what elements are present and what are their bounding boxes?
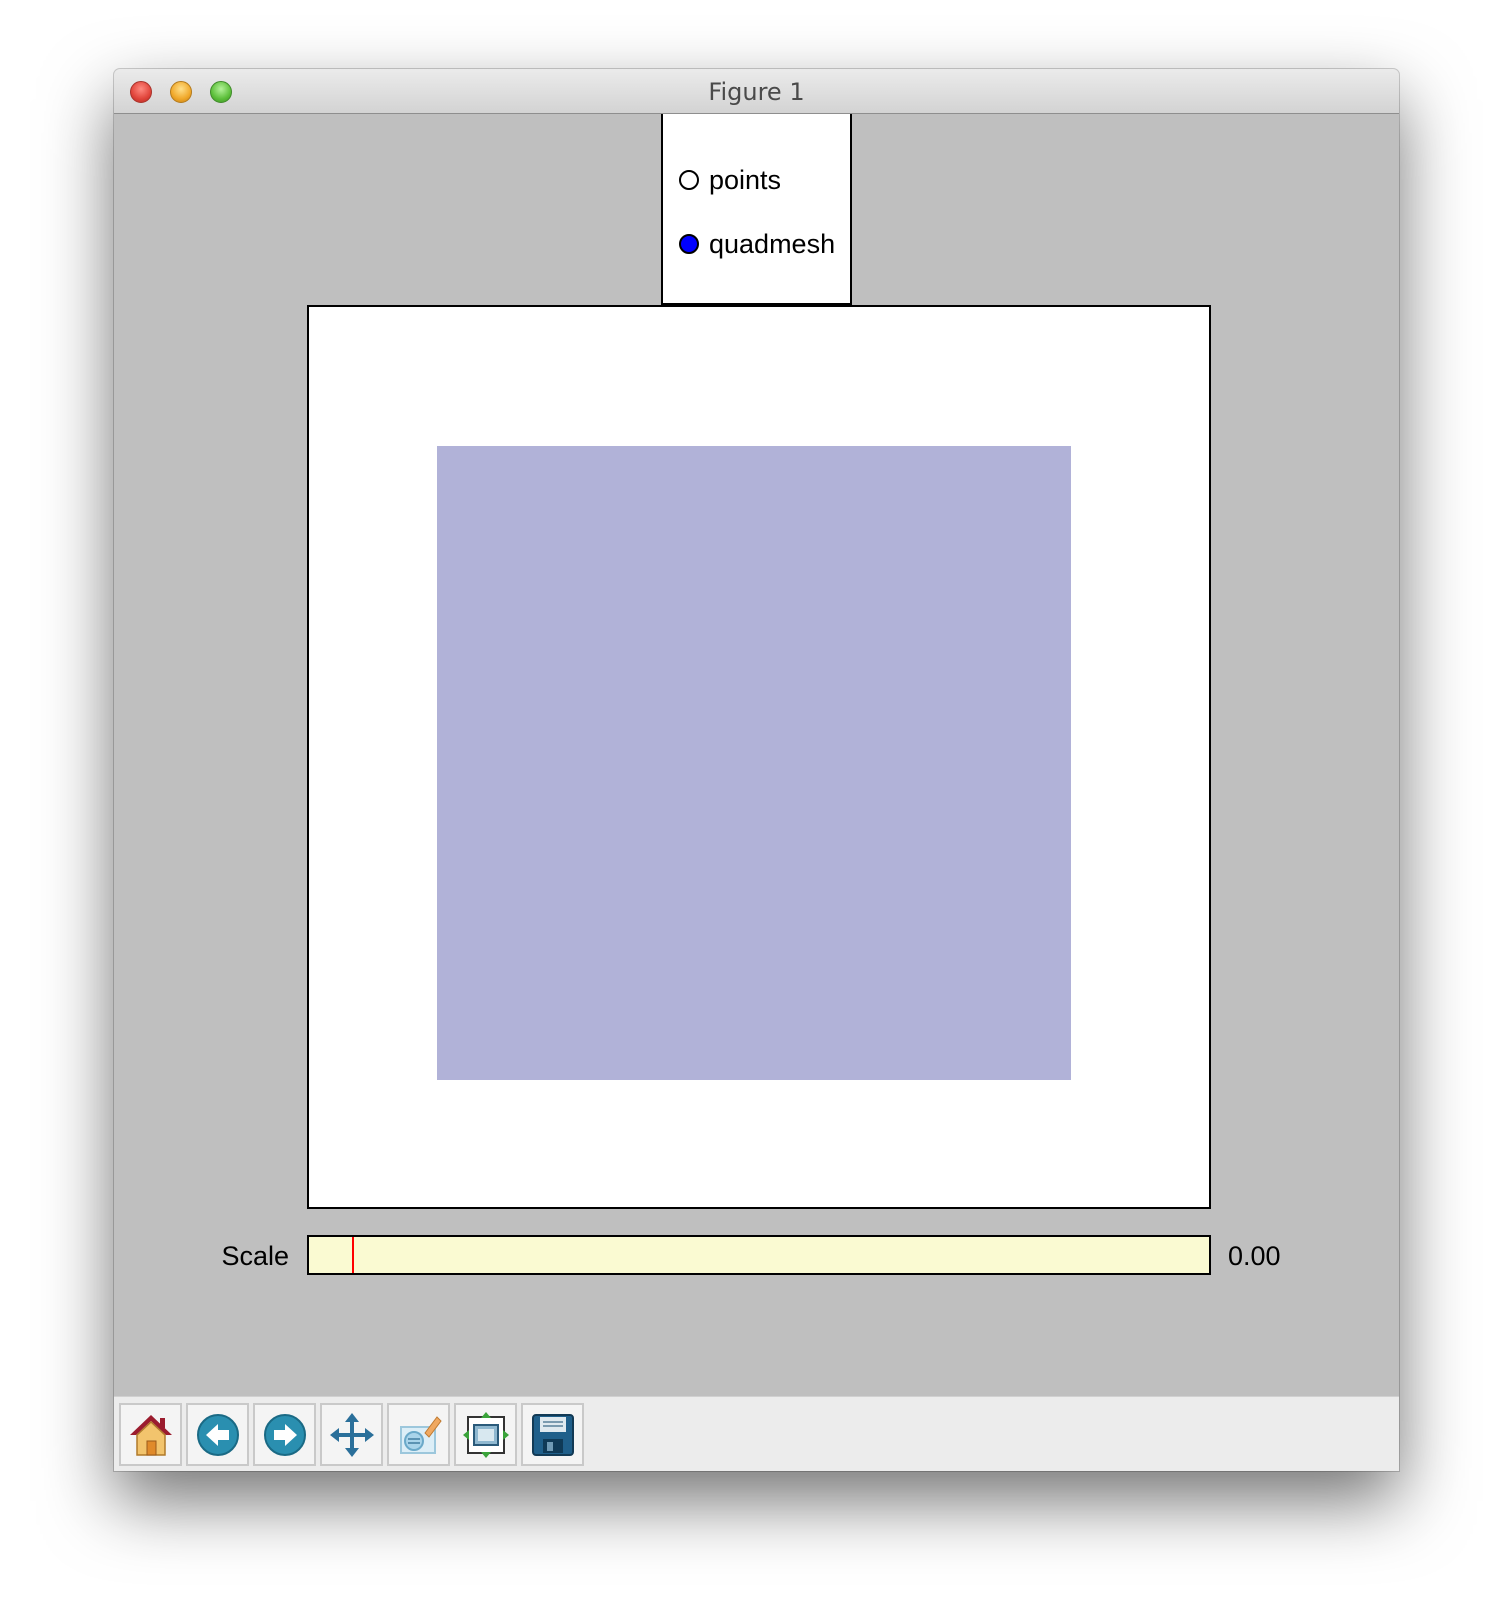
configure-subplots-button[interactable]	[454, 1403, 517, 1466]
slider-label: Scale	[221, 1241, 289, 1271]
forward-button[interactable]	[253, 1403, 316, 1466]
radio-label-points: points	[709, 164, 782, 195]
save-icon	[531, 1413, 574, 1456]
pan-icon	[329, 1412, 374, 1457]
forward-arrow-icon	[263, 1413, 306, 1456]
save-button[interactable]	[521, 1403, 584, 1466]
quadmesh-patch	[437, 446, 1071, 1080]
radio-indicator-points	[679, 170, 699, 190]
figure-canvas: points quadmesh Scale 0.00	[114, 114, 1399, 1396]
zoom-button[interactable]	[387, 1403, 450, 1466]
plot-axes[interactable]	[307, 305, 1211, 1209]
pan-button[interactable]	[320, 1403, 383, 1466]
title-bar: Figure 1	[114, 69, 1399, 114]
navigation-toolbar	[114, 1396, 1399, 1471]
radio-option-points[interactable]: points	[679, 164, 781, 196]
back-arrow-icon	[196, 1413, 239, 1456]
home-icon	[129, 1414, 172, 1456]
scale-slider[interactable]	[307, 1235, 1211, 1275]
figure-window: Figure 1 points quadmesh Scale 0.00	[114, 69, 1399, 1471]
zoom-icon	[399, 1415, 442, 1454]
radio-indicator-quadmesh	[679, 234, 699, 254]
slider-value-marker[interactable]	[352, 1237, 354, 1273]
radio-option-quadmesh[interactable]: quadmesh	[679, 228, 835, 260]
radio-buttons-panel: points quadmesh	[661, 114, 852, 305]
back-button[interactable]	[186, 1403, 249, 1466]
configure-subplots-icon	[462, 1411, 509, 1458]
radio-label-quadmesh: quadmesh	[709, 228, 836, 259]
window-title: Figure 1	[708, 78, 805, 106]
slider-value: 0.00	[1228, 1241, 1281, 1271]
home-button[interactable]	[119, 1403, 182, 1466]
